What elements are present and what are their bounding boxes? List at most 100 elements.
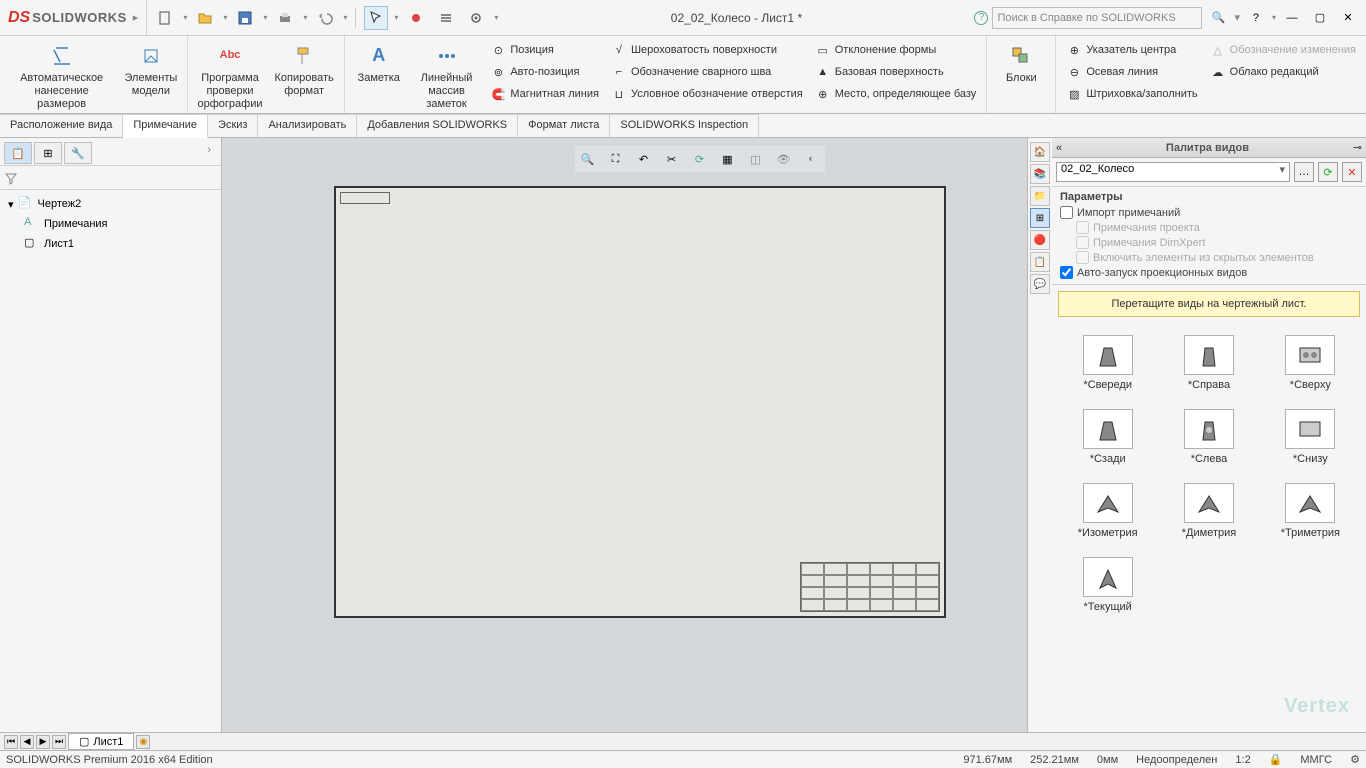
- tab-inspection[interactable]: SOLIDWORKS Inspection: [610, 114, 759, 137]
- property-manager-tab[interactable]: ⊞: [34, 142, 62, 164]
- home-tab-button[interactable]: 🏠: [1030, 142, 1050, 162]
- select-button[interactable]: [364, 6, 388, 30]
- appearances-button[interactable]: 🔴: [1030, 230, 1050, 250]
- view-front[interactable]: *Свереди: [1060, 331, 1155, 395]
- view-right[interactable]: *Справа: [1161, 331, 1256, 395]
- zoom-area-button[interactable]: ⛶: [605, 148, 627, 170]
- display-style-button[interactable]: ▦: [717, 148, 739, 170]
- help-menu-button[interactable]: ?: [1244, 6, 1268, 30]
- import-annotations-check[interactable]: Импорт примечаний: [1060, 205, 1358, 220]
- close-button[interactable]: ✕: [1336, 6, 1360, 30]
- print-button[interactable]: [273, 6, 297, 30]
- view-dimetric[interactable]: *Диметрия: [1161, 479, 1256, 543]
- tab-sheet-format[interactable]: Формат листа: [518, 114, 610, 137]
- checkbox[interactable]: [1060, 206, 1073, 219]
- design-library-button[interactable]: 📚: [1030, 164, 1050, 184]
- auto-position-button[interactable]: ⊚Авто-позиция: [486, 62, 603, 82]
- tab-nav-last[interactable]: ⏭: [52, 735, 66, 749]
- browse-button[interactable]: …: [1294, 162, 1314, 182]
- apply-scene-button[interactable]: ◐: [801, 148, 823, 170]
- save-button[interactable]: [233, 6, 257, 30]
- view-top[interactable]: *Сверху: [1263, 331, 1358, 395]
- form-deviation-button[interactable]: ▭Отклонение формы: [811, 40, 981, 60]
- dropdown-icon[interactable]: ▾: [183, 13, 187, 22]
- file-explorer-button[interactable]: 📁: [1030, 186, 1050, 206]
- view-palette-button[interactable]: ⊞: [1030, 208, 1050, 228]
- configuration-manager-tab[interactable]: 🔧: [64, 142, 92, 164]
- tab-analyze[interactable]: Анализировать: [258, 114, 357, 137]
- custom-props-button[interactable]: 📋: [1030, 252, 1050, 272]
- add-sheet-button[interactable]: ◉: [136, 735, 150, 749]
- new-file-button[interactable]: [153, 6, 177, 30]
- view-trimetric[interactable]: *Триметрия: [1263, 479, 1358, 543]
- title-block[interactable]: [800, 562, 940, 612]
- hidden-lines-button[interactable]: ◫: [745, 148, 767, 170]
- rebuild-button[interactable]: [404, 6, 428, 30]
- linear-note-pattern-button[interactable]: Линейный массив заметок: [411, 40, 483, 114]
- dropdown-icon[interactable]: ▾: [303, 13, 307, 22]
- drawing-sheet[interactable]: [334, 186, 946, 618]
- dropdown-icon[interactable]: ▾: [223, 13, 227, 22]
- model-items-button[interactable]: Элементы модели: [121, 40, 180, 100]
- settings-button[interactable]: [464, 6, 488, 30]
- search-button[interactable]: 🔍: [1206, 6, 1230, 30]
- undo-button[interactable]: [313, 6, 337, 30]
- open-file-button[interactable]: [193, 6, 217, 30]
- dropdown-icon[interactable]: ▾: [1234, 11, 1240, 24]
- tab-addins[interactable]: Добавления SOLIDWORKS: [357, 114, 518, 137]
- dropdown-icon[interactable]: ▾: [1272, 13, 1276, 22]
- copy-format-button[interactable]: Копировать формат: [271, 40, 338, 100]
- tab-nav-first[interactable]: ⏮: [4, 735, 18, 749]
- auto-dimensions-button[interactable]: Автоматическое нанесение размеров: [6, 40, 117, 114]
- blocks-button[interactable]: Блоки: [993, 40, 1049, 87]
- chevron-right-icon[interactable]: ▸: [133, 11, 139, 24]
- expand-panel-icon[interactable]: ›: [201, 142, 217, 161]
- refresh-button[interactable]: ⟳: [1318, 162, 1338, 182]
- auto-projection-check[interactable]: Авто-запуск проекционных видов: [1060, 265, 1358, 280]
- status-scale[interactable]: 1:2: [1235, 754, 1250, 766]
- status-menu-icon[interactable]: ⚙: [1350, 753, 1360, 766]
- tree-annotations[interactable]: A Примечания: [4, 214, 217, 234]
- center-line-button[interactable]: ⊖Осевая линия: [1062, 62, 1201, 82]
- rotate-button[interactable]: ⟳: [689, 148, 711, 170]
- tab-nav-next[interactable]: ▶: [36, 735, 50, 749]
- center-marker-button[interactable]: ⊕Указатель центра: [1062, 40, 1201, 60]
- spellcheck-button[interactable]: Abc Программа проверки орфографии: [194, 40, 267, 114]
- revision-cloud-button[interactable]: ☁Облако редакций: [1206, 62, 1360, 82]
- minimize-button[interactable]: —: [1280, 6, 1304, 30]
- tab-view-layout[interactable]: Расположение вида: [0, 114, 123, 137]
- tree-root-drawing[interactable]: ▾ 📄 Чертеж2: [4, 194, 217, 214]
- lock-icon[interactable]: 🔒: [1269, 753, 1283, 766]
- clear-button[interactable]: ✕: [1342, 162, 1362, 182]
- view-orientation-button[interactable]: 👁: [773, 148, 795, 170]
- dropdown-icon[interactable]: ▾: [343, 13, 347, 22]
- section-view-button[interactable]: ✂: [661, 148, 683, 170]
- zoom-prev-button[interactable]: ↶: [633, 148, 655, 170]
- palette-file-select[interactable]: 02_02_Колесо ▾: [1056, 162, 1290, 182]
- checkbox[interactable]: [1060, 266, 1073, 279]
- tab-sketch[interactable]: Эскиз: [208, 114, 258, 137]
- weld-symbol-button[interactable]: ⌐Обозначение сварного шва: [607, 62, 807, 82]
- tree-filter[interactable]: [0, 166, 221, 190]
- position-button[interactable]: ⊙Позиция: [486, 40, 603, 60]
- dropdown-icon[interactable]: ▾: [394, 13, 398, 22]
- zoom-fit-button[interactable]: 🔍: [577, 148, 599, 170]
- hatch-fill-button[interactable]: ▨Штриховка/заполнить: [1062, 84, 1201, 104]
- collapse-icon[interactable]: ▾: [8, 198, 14, 211]
- status-units[interactable]: ММГС: [1300, 754, 1332, 766]
- drawing-canvas[interactable]: 🔍 ⛶ ↶ ✂ ⟳ ▦ ◫ 👁 ◐: [222, 138, 1028, 732]
- view-bottom[interactable]: *Снизу: [1263, 405, 1358, 469]
- forum-button[interactable]: 💬: [1030, 274, 1050, 294]
- tab-nav-prev[interactable]: ◀: [20, 735, 34, 749]
- help-search-input[interactable]: Поиск в Справке по SOLIDWORKS: [992, 7, 1202, 29]
- view-current[interactable]: *Текущий: [1060, 553, 1155, 617]
- view-left[interactable]: *Слева: [1161, 405, 1256, 469]
- note-button[interactable]: A Заметка: [351, 40, 407, 87]
- datum-location-button[interactable]: ⊕Место, определяющее базу: [811, 84, 981, 104]
- sheet-tab-1[interactable]: ▢ Лист1: [68, 733, 134, 750]
- surface-roughness-button[interactable]: √Шероховатость поверхности: [607, 40, 807, 60]
- dropdown-icon[interactable]: ▾: [494, 13, 498, 22]
- view-back[interactable]: *Сзади: [1060, 405, 1155, 469]
- help-icon[interactable]: ?: [974, 11, 988, 25]
- hole-callout-button[interactable]: ⊔Условное обозначение отверстия: [607, 84, 807, 104]
